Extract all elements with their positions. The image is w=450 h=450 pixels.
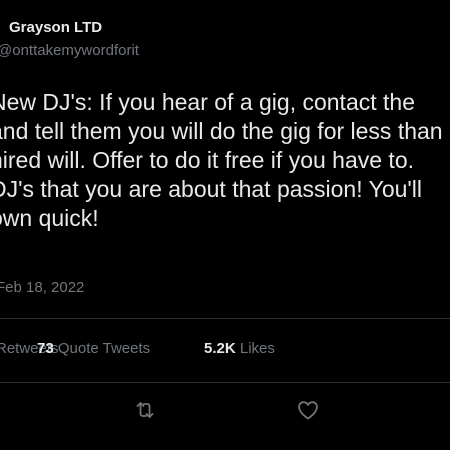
tweet-text-line: New DJ's: If you hear of a gig, contact … xyxy=(0,89,415,115)
tweet-text: New DJ's: If you hear of a gig, contact … xyxy=(0,88,443,233)
divider xyxy=(0,382,450,383)
quote-tweets-stat[interactable]: 73 Quote Tweets xyxy=(37,340,150,357)
quote-tweets-label: Quote Tweets xyxy=(57,340,151,357)
tweet-text-line: and tell them you will do the gig for le… xyxy=(0,118,443,144)
tweet-text-line: own quick! xyxy=(0,205,99,231)
tweet-text-line: DJ's that you are about that passion! Yo… xyxy=(0,176,423,202)
tweet-text-line: hired will. Offer to do it free if you h… xyxy=(0,147,415,173)
likes-count: 5.2K xyxy=(204,340,236,357)
author-name[interactable]: Grayson LTD xyxy=(9,19,102,36)
heart-icon[interactable] xyxy=(296,398,320,422)
tweet-detail-view: Grayson LTD @onttakemywordforit New DJ's… xyxy=(0,0,450,450)
retweet-icon[interactable] xyxy=(133,398,157,422)
quote-tweets-count: 73 xyxy=(37,340,54,357)
tweet-date[interactable]: Feb 18, 2022 xyxy=(0,279,84,296)
likes-stat[interactable]: 5.2K Likes xyxy=(204,340,275,357)
divider xyxy=(0,318,450,319)
author-handle[interactable]: @onttakemywordforit xyxy=(0,42,139,59)
likes-label: Likes xyxy=(239,340,275,357)
